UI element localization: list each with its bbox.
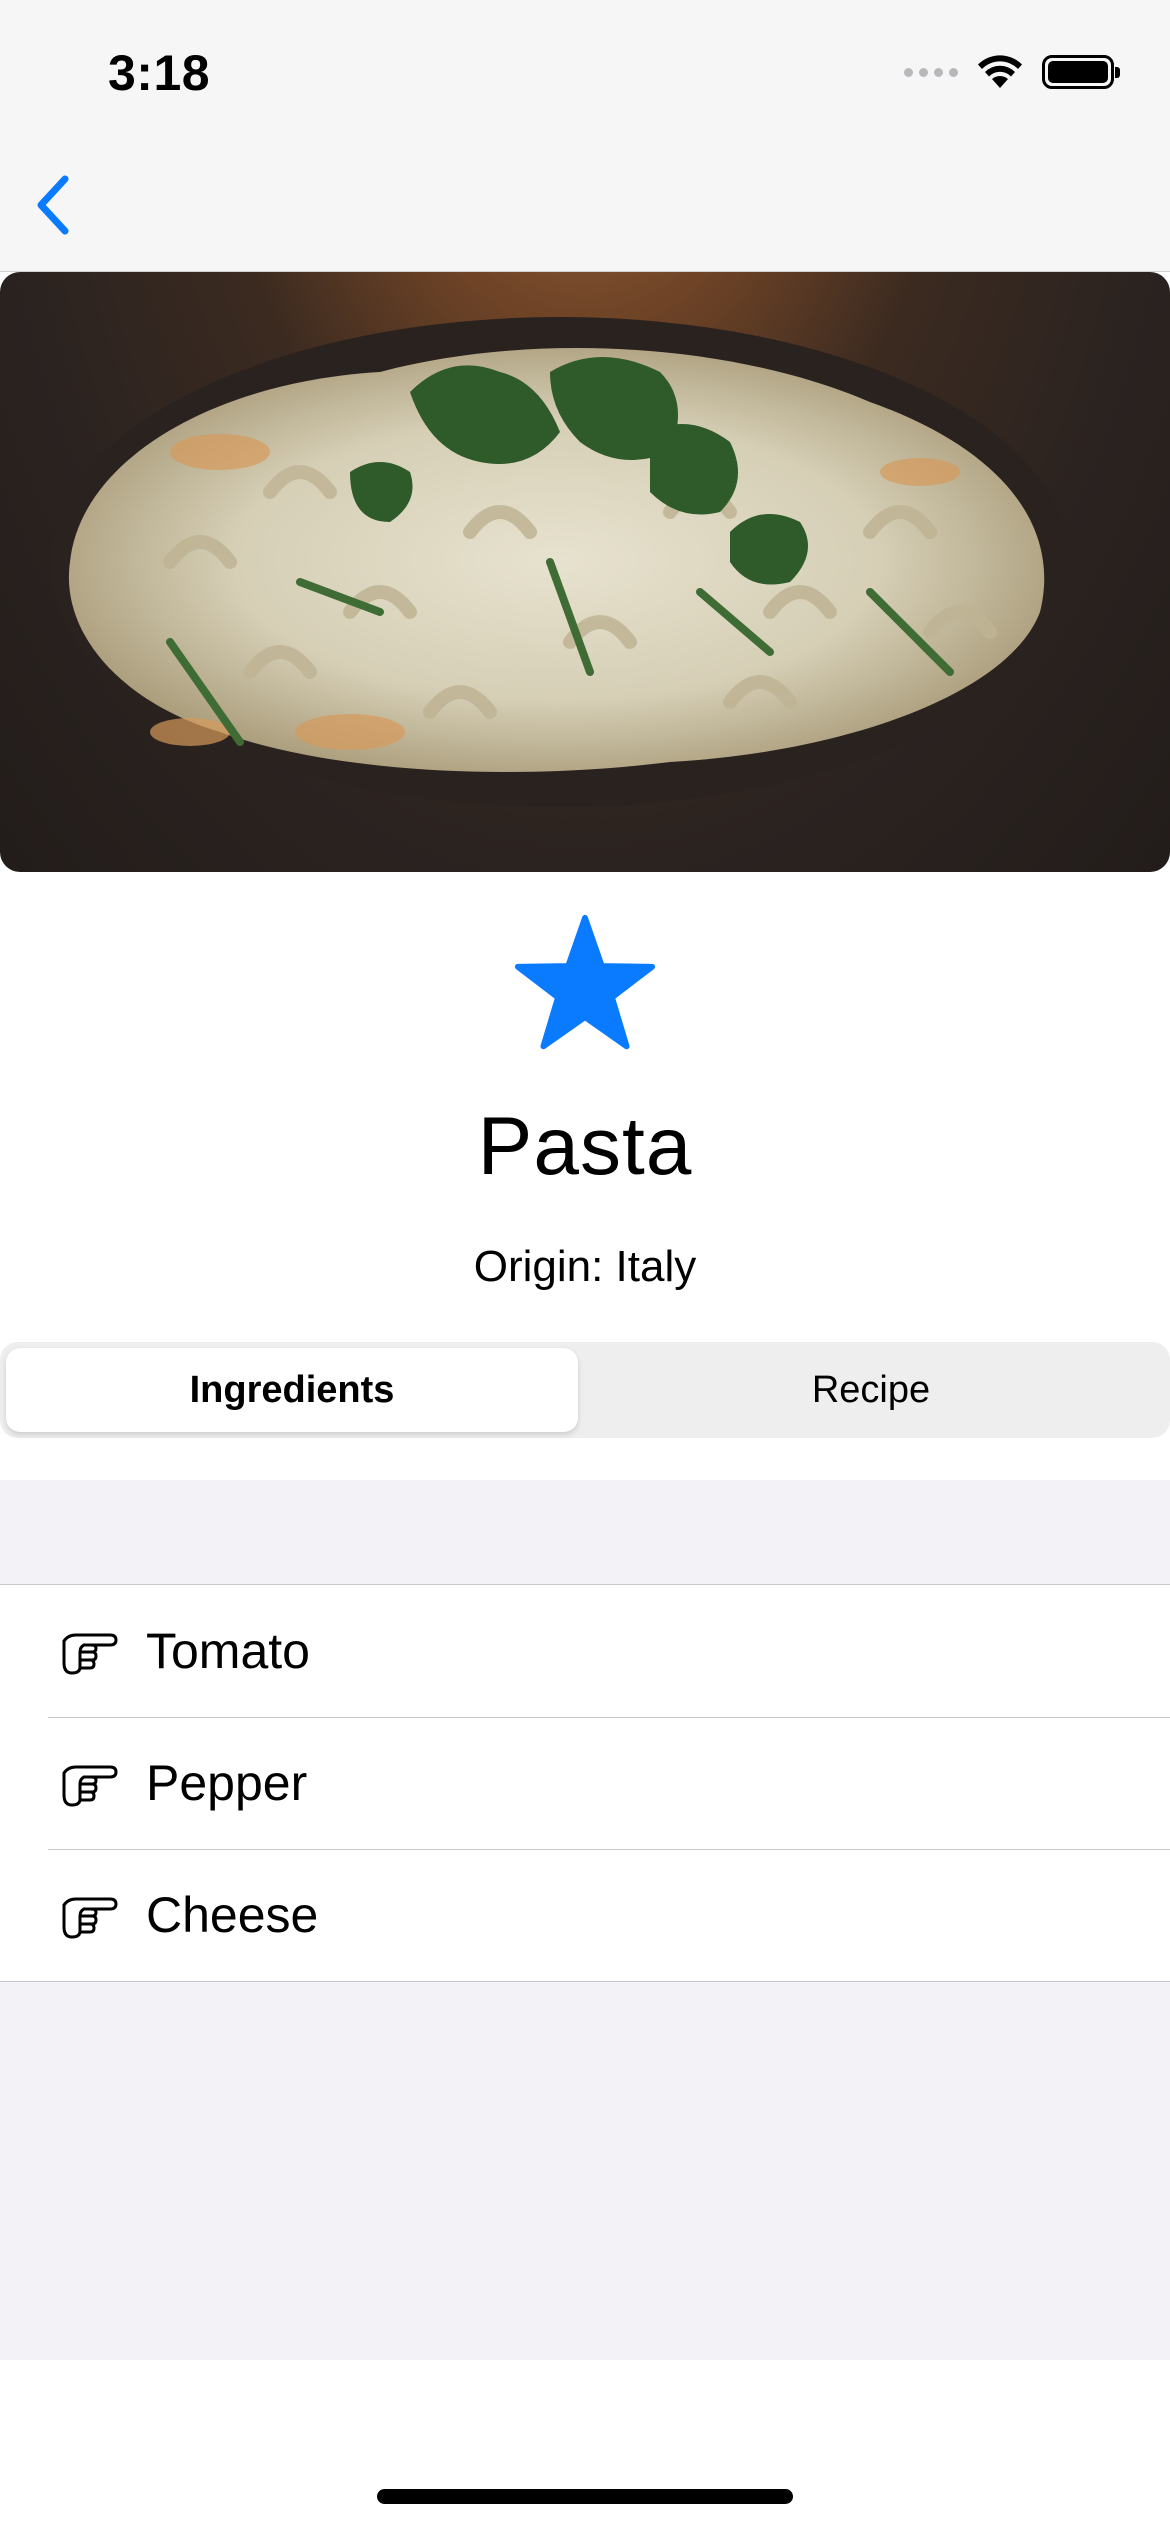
status-icons [904,52,1120,92]
ingredient-label: Pepper [146,1755,308,1811]
chevron-left-icon [37,175,69,235]
home-indicator [377,2489,793,2504]
ingredient-label: Tomato [146,1623,310,1679]
pasta-illustration [50,317,1070,807]
segmented-control: Ingredients Recipe [0,1342,1170,1438]
cellular-signal-icon [904,67,958,77]
dish-origin: Origin: Italy [473,1242,697,1291]
star-filled-icon[interactable] [512,912,658,1058]
recipe-detail-screen: 3:18 Pasta Origin: Italy Ingredients Rec… [0,0,1170,2532]
segment-recipe[interactable]: Recipe [578,1348,1164,1432]
navigation-bar: 3:18 [0,0,1170,272]
status-time: 3:18 [108,45,211,101]
dish-image [0,272,1170,872]
back-button[interactable] [18,170,88,240]
hand-point-right-icon [62,1633,118,1675]
ingredient-list: Tomato Pepper Cheese [0,1584,1170,1982]
list-item[interactable]: Pepper [0,1717,1170,1849]
list-item[interactable]: Tomato [0,1585,1170,1717]
ingredient-label: Cheese [146,1887,319,1943]
segment-ingredients[interactable]: Ingredients [6,1348,578,1432]
hand-point-right-icon [62,1765,118,1807]
dish-title: Pasta [477,1101,693,1192]
hand-point-right-icon [62,1897,118,1939]
battery-icon [1042,55,1120,89]
list-item[interactable]: Cheese [0,1849,1170,1981]
wifi-icon [978,55,1022,88]
